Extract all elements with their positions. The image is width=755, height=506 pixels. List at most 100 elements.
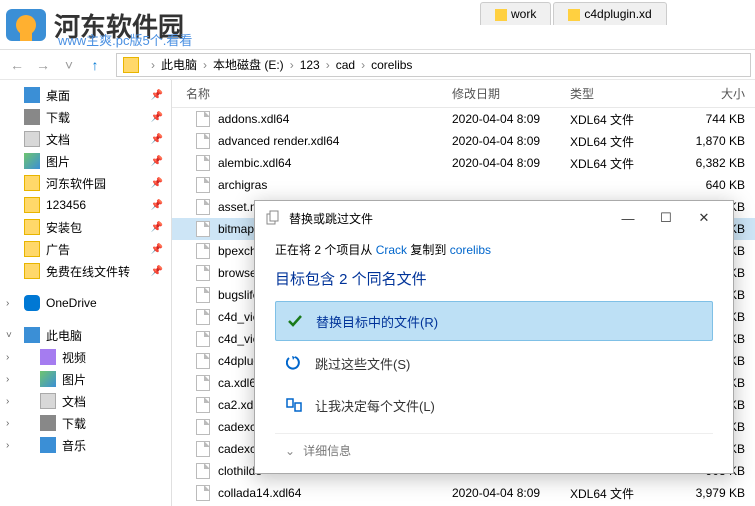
sidebar-item-freeonline[interactable]: 免费在线文件转📌	[0, 260, 171, 282]
sidebar-item-documents[interactable]: 文档📌	[0, 128, 171, 150]
breadcrumb-seg[interactable]: 123	[300, 58, 320, 72]
file-icon	[196, 199, 210, 215]
sidebar-item-music[interactable]: ›音乐	[0, 434, 171, 456]
tab-plugin[interactable]: c4dplugin.xd	[553, 2, 666, 25]
folder-icon	[24, 263, 40, 279]
col-date-header[interactable]: 修改日期	[452, 85, 570, 102]
file-icon	[196, 375, 210, 391]
file-row[interactable]: advanced render.xdl64 2020-04-04 8:09XDL6…	[172, 130, 755, 152]
document-icon	[24, 131, 40, 147]
picture-icon	[24, 153, 40, 169]
chevron-right-icon: ›	[6, 352, 9, 363]
sidebar-item-install[interactable]: 安装包📌	[0, 216, 171, 238]
compare-icon	[285, 396, 303, 414]
file-date: 2020-04-04 8:09	[452, 134, 570, 148]
file-size: 1,870 KB	[670, 134, 755, 148]
dest-link[interactable]: corelibs	[450, 243, 491, 257]
sidebar-item-hdsoft[interactable]: 河东软件园📌	[0, 172, 171, 194]
sidebar-item-onedrive[interactable]: ›OneDrive	[0, 292, 171, 314]
video-icon	[40, 349, 56, 365]
sidebar: 桌面📌 下载📌 文档📌 图片📌 河东软件园📌 123456📌 安装包📌 广告📌 …	[0, 80, 172, 506]
sidebar-item-documents2[interactable]: ›文档	[0, 390, 171, 412]
sidebar-item-num[interactable]: 123456📌	[0, 194, 171, 216]
folder-icon	[24, 219, 40, 235]
col-name-header[interactable]: 名称	[172, 85, 452, 102]
breadcrumb[interactable]: › 此电脑 › 本地磁盘 (E:) › 123 › cad › corelibs	[116, 53, 751, 77]
watermark-text: www主爽.pc版5个.看看	[58, 30, 192, 49]
dialog-titlebar: 替换或跳过文件 — ☐ ✕	[255, 201, 733, 235]
breadcrumb-seg[interactable]: corelibs	[371, 58, 412, 72]
file-size: 640 KB	[670, 178, 755, 192]
pin-icon: 📌	[151, 90, 163, 101]
chevron-right-icon: ›	[6, 374, 9, 385]
file-name: alembic.xdl64	[218, 156, 291, 170]
option-skip[interactable]: 跳过这些文件(S)	[275, 343, 713, 383]
file-row[interactable]: collada14.xdl642020-04-04 8:09XDL64 文件3,…	[172, 482, 755, 504]
file-row[interactable]: archigras640 KB	[172, 174, 755, 196]
file-icon	[196, 331, 210, 347]
col-type-header[interactable]: 类型	[570, 85, 670, 102]
nav-up-button[interactable]: ↑	[82, 52, 108, 78]
folder-icon	[123, 57, 139, 73]
col-size-header[interactable]: 大小	[670, 85, 755, 102]
chevron-right-icon: ›	[6, 298, 9, 309]
folder-icon	[24, 175, 40, 191]
pin-icon: 📌	[151, 178, 163, 189]
sidebar-item-pictures[interactable]: 图片📌	[0, 150, 171, 172]
more-details[interactable]: ⌄ 详细信息	[275, 433, 713, 459]
breadcrumb-drive[interactable]: 本地磁盘 (E:)	[213, 56, 284, 73]
breadcrumb-root[interactable]: 此电脑	[161, 56, 197, 73]
minimize-button[interactable]: —	[609, 204, 647, 232]
file-type: XDL64 文件	[570, 133, 670, 150]
option-decide[interactable]: 让我决定每个文件(L)	[275, 385, 713, 425]
file-icon	[196, 221, 210, 237]
app-header: 河东软件园 www主爽.pc版5个.看看 work c4dplugin.xd	[0, 0, 755, 50]
breadcrumb-seg[interactable]: cad	[336, 58, 355, 72]
download-icon	[40, 415, 56, 431]
skip-icon	[285, 354, 303, 372]
file-name: advanced render.xdl64	[218, 134, 339, 148]
file-icon	[196, 155, 210, 171]
sidebar-item-video[interactable]: ›视频	[0, 346, 171, 368]
tab-work[interactable]: work	[480, 2, 551, 25]
pin-icon: 📌	[151, 200, 163, 211]
file-date: 2020-04-04 8:09	[452, 156, 570, 170]
replace-dialog: 替换或跳过文件 — ☐ ✕ 正在将 2 个项目从 Crack 复制到 corel…	[254, 200, 734, 474]
sidebar-item-downloads[interactable]: 下载📌	[0, 106, 171, 128]
nav-back-button[interactable]: ←	[4, 52, 30, 78]
sidebar-item-pictures2[interactable]: ›图片	[0, 368, 171, 390]
file-icon	[196, 111, 210, 127]
source-link[interactable]: Crack	[376, 243, 407, 257]
chevron-down-icon: ˅	[6, 330, 12, 341]
file-date: 2020-04-04 8:09	[452, 486, 570, 500]
pc-icon	[24, 327, 40, 343]
chevron-right-icon: ›	[6, 396, 9, 407]
sidebar-item-desktop[interactable]: 桌面📌	[0, 84, 171, 106]
desktop-icon	[24, 87, 40, 103]
pin-icon: 📌	[151, 266, 163, 277]
file-icon	[196, 463, 210, 479]
file-icon	[196, 485, 210, 501]
file-size: 744 KB	[670, 112, 755, 126]
file-name: bitmapf	[218, 222, 257, 236]
sidebar-item-ads[interactable]: 广告📌	[0, 238, 171, 260]
file-row[interactable]: alembic.xdl642020-04-04 8:09XDL64 文件6,38…	[172, 152, 755, 174]
file-row[interactable]: addons.xdl642020-04-04 8:09XDL64 文件744 K…	[172, 108, 755, 130]
sidebar-item-downloads2[interactable]: ›下载	[0, 412, 171, 434]
option-replace[interactable]: 替换目标中的文件(R)	[275, 301, 713, 341]
file-size: 3,979 KB	[670, 486, 755, 500]
nav-recent-button[interactable]: ˅	[56, 52, 82, 78]
close-button[interactable]: ✕	[685, 204, 723, 232]
file-icon	[196, 309, 210, 325]
file-icon	[196, 243, 210, 259]
maximize-button[interactable]: ☐	[647, 204, 685, 232]
file-icon	[196, 177, 210, 193]
column-headers: 名称 修改日期 类型 大小	[172, 80, 755, 108]
pin-icon: 📌	[151, 134, 163, 145]
file-type: XDL64 文件	[570, 155, 670, 172]
file-icon	[196, 133, 210, 149]
copy-icon	[265, 210, 281, 226]
sidebar-item-thispc[interactable]: ˅此电脑	[0, 324, 171, 346]
chevron-down-icon: ⌄	[285, 444, 295, 458]
window-tabs: work c4dplugin.xd	[480, 2, 669, 25]
